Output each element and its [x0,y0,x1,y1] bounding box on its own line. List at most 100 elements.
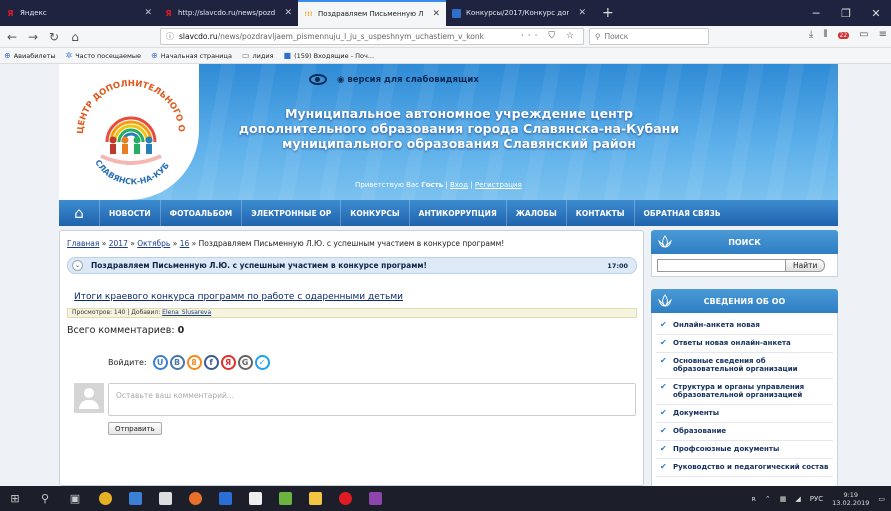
yandex-login-icon[interactable]: Я [220,355,236,370]
task-view-icon[interactable]: ▣ [60,486,90,511]
paint-app-icon[interactable] [360,486,390,511]
clock[interactable]: 9:19 13.02.2019 [832,491,869,507]
site-container: ЦЕНТР ДОПОЛНИТЕЛЬНОГО ОБРАЗОВАНИЯ СЛАВЯН… [59,64,838,486]
logo-emblem[interactable]: ЦЕНТР ДОПОЛНИТЕЛЬНОГО ОБРАЗОВАНИЯ СЛАВЯН… [69,70,193,194]
home-icon[interactable]: ⌂ [66,28,84,46]
site-search-input[interactable] [657,258,786,272]
firefox-app-icon[interactable] [180,486,210,511]
back-arrow-icon[interactable]: ← [3,28,21,46]
tray-arrow-icon[interactable]: ⌃ [765,495,771,503]
tab-slavcdo-news[interactable]: Я http://slavcdo.ru/news/pozdra ✕ [158,0,298,26]
mail-app-icon[interactable] [240,486,270,511]
app-icon[interactable] [270,486,300,511]
bookmark-item[interactable]: ⊕ Начальная страница [151,51,232,60]
breadcrumb-current: Поздравляем Письменную Л.Ю. с успешным у… [198,239,505,248]
chevron-down-icon[interactable]: ⌄ [72,260,83,271]
browser-tab-bar: Я Яндекс ✕ Я http://slavcdo.ru/news/pozd… [0,0,891,26]
register-link[interactable]: Регистрация [475,181,522,189]
menu-item-contacts[interactable]: КОНТАКТЫ [565,200,634,226]
chrome-app-icon[interactable] [90,486,120,511]
sidebar-item-basic-info[interactable]: ✔ Основные сведения об образовательной ор… [656,353,833,379]
sidebar-item-structure[interactable]: ✔ Структура и органы управления образоват… [656,379,833,405]
tab-yandex[interactable]: Я Яндекс ✕ [0,0,158,26]
facebook-login-icon[interactable]: f [203,355,219,370]
ucoz-login-icon[interactable]: U [152,355,168,370]
site-search-button[interactable]: Найти [786,258,826,272]
breadcrumb-day[interactable]: 16 [180,239,190,248]
odnoklassniki-login-icon[interactable]: 8 [186,355,202,370]
folder-app-icon[interactable] [300,486,330,511]
bookmark-item[interactable]: ⊕ Авиабилеты [4,51,56,60]
article-link[interactable]: Итоги краевого конкурса программ по рабо… [74,292,403,302]
menu-item-anticorruption[interactable]: АНТИКОРРУПЦИЯ [408,200,506,226]
browser-nav-bar: ← → ↻ ⌂ ⓘ slavcdo.ru/news/pozdravljaem_p… [0,26,891,48]
network-icon[interactable]: ▦ [780,495,787,503]
news-title: Поздравляем Письменную Л.Ю. с успешным у… [91,261,427,270]
home-icon[interactable]: ⌂ [59,200,99,226]
avatar [74,383,104,413]
search-block: Найти [651,254,838,277]
volume-icon[interactable]: ◢ [795,495,800,503]
login-link[interactable]: Вход [450,181,468,189]
url-bar[interactable]: ⓘ slavcdo.ru/news/pozdravljaem_pismennuj… [160,28,584,45]
sidebar-toggle-icon[interactable]: ▭ [859,29,868,40]
sidebar-item-online-survey[interactable]: ✔ Онлайн-анкета новая [656,317,833,335]
tab-close-icon[interactable]: ✕ [578,8,586,18]
info-icon[interactable]: ⓘ [166,31,174,42]
low-vision-link[interactable]: ◉ версия для слабовидящих [309,74,479,85]
sidebar-item-education[interactable]: ✔ Образование [656,423,833,441]
notifications-icon[interactable]: ▭ [878,495,885,503]
sidebar-item-union-documents[interactable]: ✔ Профсоюзные документы [656,441,833,459]
search-icon[interactable]: ⚲ [30,486,60,511]
menu-item-photoalbum[interactable]: ФОТОАЛЬБОМ [159,200,242,226]
store-app-icon[interactable] [150,486,180,511]
sidebar-item-documents[interactable]: ✔ Документы [656,405,833,423]
check-icon: ✔ [660,408,667,417]
new-tab-button[interactable]: + [592,0,624,26]
bookmark-item[interactable]: ▭ лидия [242,51,274,60]
forward-arrow-icon[interactable]: → [24,28,42,46]
author-link[interactable]: Elena_Slusareva [162,309,211,316]
menu-item-news[interactable]: НОВОСТИ [99,200,160,226]
google-login-icon[interactable]: G [237,355,253,370]
breadcrumb-year[interactable]: 2017 [109,239,128,248]
language-indicator[interactable]: РУС [810,495,823,503]
yandex-browser-app-icon[interactable] [330,486,360,511]
vk-login-icon[interactable]: B [169,355,185,370]
menu-icon[interactable]: ≡ [879,29,887,40]
submit-comment-button[interactable]: Отправить [108,422,162,435]
tab-close-icon[interactable]: ✕ [144,8,152,18]
sidebar-item-staff[interactable]: ✔ Руководство и педагогический состав [656,459,833,477]
reload-icon[interactable]: ↻ [45,28,63,46]
browser-search-input[interactable]: ⚲ Поиск [589,28,709,45]
check-icon: ✔ [660,338,667,347]
library-icon[interactable]: ⫴ [823,29,827,40]
comment-input[interactable]: Оставьте ваш комментарий... [108,383,636,416]
breadcrumb-month[interactable]: Октябрь [137,239,170,248]
menu-item-contests[interactable]: КОНКУРСЫ [340,200,408,226]
tab-pozdravljaem[interactable]: !!! Поздравляем Письменную Л. ✕ [298,0,446,26]
bookmark-item[interactable]: ✲ Часто посещаемые [66,51,141,60]
menu-item-feedback[interactable]: ОБРАТНАЯ СВЯЗЬ [633,200,730,226]
bookmark-item[interactable]: ■ (159) Входящие - Поч... [284,51,375,60]
search-placeholder: Поиск [604,32,629,41]
start-windows-icon[interactable]: ⊞ [0,486,30,511]
app-icon[interactable] [120,486,150,511]
url-actions[interactable]: ··· ⛉ ☆ [521,31,578,41]
tab-close-icon[interactable]: ✕ [432,9,440,19]
close-window-button[interactable]: ✕ [861,0,891,26]
tab-close-icon[interactable]: ✕ [284,8,292,18]
lotus-icon [658,294,672,307]
extension-icon[interactable]: 22 [837,29,850,40]
minimize-button[interactable]: ─ [801,0,831,26]
people-icon[interactable]: ʀ [752,495,756,503]
restore-button[interactable]: ❐ [831,0,861,26]
tab-konkursy[interactable]: Конкурсы/2017/Конкурс доп ✕ [446,0,592,26]
menu-item-complaints[interactable]: ЖАЛОБЫ [505,200,566,226]
twitter-login-icon[interactable]: ✓ [254,355,270,370]
breadcrumb-home[interactable]: Главная [67,239,99,248]
menu-item-electronic-resources[interactable]: ЭЛЕКТРОННЫЕ ОР [241,200,340,226]
sidebar-item-survey-answers[interactable]: ✔ Ответы новая онлайн-анкета [656,335,833,353]
download-icon[interactable]: ⤓ [809,29,813,40]
app-icon[interactable] [210,486,240,511]
